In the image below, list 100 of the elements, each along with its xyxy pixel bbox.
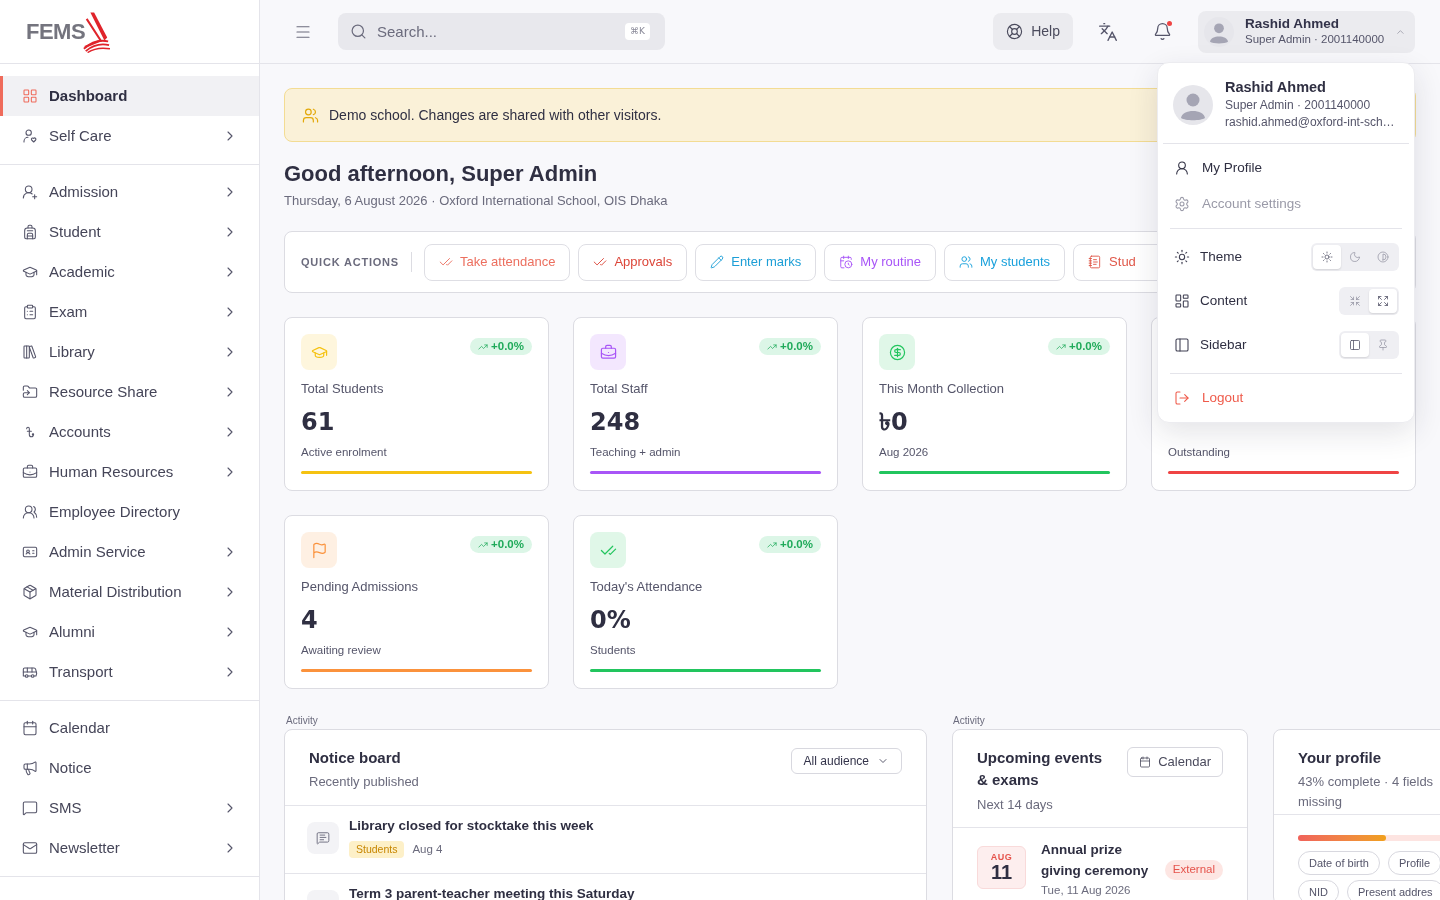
stat-note: Awaiting review <box>301 643 381 658</box>
trending-up-icon <box>478 341 489 352</box>
preference-label: Theme <box>1200 247 1243 266</box>
stat-note: Aug 2026 <box>879 445 929 460</box>
sidebar-item[interactable]: Alumni <box>0 612 259 652</box>
gear-icon <box>1174 196 1190 212</box>
sidebar-item[interactable]: Accounts <box>0 412 259 452</box>
menu-item[interactable]: My Profile <box>1158 150 1414 186</box>
sidebar-item[interactable]: Notice <box>0 748 259 788</box>
calendar-button[interactable]: Calendar <box>1127 747 1223 777</box>
people-icon <box>302 106 319 124</box>
sidebar-item[interactable]: SMS <box>0 788 259 828</box>
sidebar-item[interactable]: Student <box>0 212 259 252</box>
megaphone-icon <box>22 760 38 776</box>
account-detail: Super Admin · 2001140000 <box>1245 32 1385 47</box>
preference-label: Content <box>1200 291 1248 310</box>
logout-icon <box>1174 390 1190 406</box>
double-check-icon <box>590 532 626 568</box>
sidebar-item[interactable]: Academic <box>0 252 259 292</box>
stat-label: This Month Collection <box>879 381 1004 397</box>
notice-title: Library closed for stocktake this week <box>349 817 594 835</box>
event-date: Tue, 11 Aug 2026 <box>1041 883 1132 898</box>
stat-label: Total Students <box>301 381 384 397</box>
sidebar-item[interactable]: Admin Service <box>0 532 259 572</box>
stat-value: 61 <box>301 407 335 437</box>
sidebar-item[interactable]: Dashboard <box>0 76 259 116</box>
trending-up-icon <box>478 539 489 550</box>
change-value: +0.0% <box>491 538 524 551</box>
help-button[interactable]: Help <box>993 13 1073 50</box>
graduation-cap-icon <box>301 334 337 370</box>
trending-up-icon <box>767 539 778 550</box>
sidebar-item[interactable]: Exam <box>0 292 259 332</box>
sidebar-item[interactable]: Employee Directory <box>0 492 259 532</box>
calendar-clock-icon <box>839 255 854 269</box>
notice-date: Aug 4 <box>412 842 443 857</box>
double-check-icon <box>439 255 453 269</box>
sidebar-item[interactable]: Calendar <box>0 708 259 748</box>
account-button[interactable]: Rashid Ahmed Super Admin · 2001140000 <box>1198 10 1415 53</box>
pin-icon <box>1377 339 1389 351</box>
sidebar-item[interactable]: Human Resources <box>0 452 259 492</box>
lifebuoy-icon <box>1006 23 1024 40</box>
menu-user-detail: Super Admin · 2001140000 <box>1225 97 1371 114</box>
id-card-icon <box>22 544 38 560</box>
event-title: Annual prize giving ceremony <box>1041 841 1150 880</box>
quick-actions-label: QUICK ACTIONS <box>301 254 399 270</box>
card-title: Notice board <box>309 748 401 768</box>
event-month: AUG <box>990 852 1013 862</box>
person-heart-icon <box>22 128 38 144</box>
stat-value: 0% <box>590 605 631 635</box>
quick-action-button[interactable]: My routine <box>824 243 936 281</box>
calendar-icon <box>22 720 38 736</box>
sidebar-item[interactable]: Library <box>0 332 259 372</box>
menu-user-name: Rashid Ahmed <box>1225 78 1326 97</box>
expand-icon <box>1377 295 1389 307</box>
layout-icon <box>1174 293 1190 309</box>
stat-note: Active enrolment <box>301 445 387 460</box>
sidebar-item[interactable]: Newsletter <box>0 828 259 868</box>
sidebar-item[interactable]: Admission <box>0 172 259 212</box>
segment-option[interactable] <box>1341 333 1369 357</box>
bus-icon <box>22 664 38 680</box>
flag-icon <box>301 532 337 568</box>
half-circle-icon <box>1377 251 1389 263</box>
greeting-subtitle: Thursday, 6 August 2026 · Oxford International School, OIS Dhaka <box>284 192 668 210</box>
card-title: Your profile <box>1298 748 1382 768</box>
greeting-title: Good afternoon, Super Admin <box>284 160 598 188</box>
sidebar-item[interactable]: Transport <box>0 652 259 692</box>
audience-filter[interactable]: All audience <box>790 748 902 774</box>
segment-option[interactable] <box>1369 289 1397 313</box>
sidebar-item[interactable]: Self Care <box>0 116 259 156</box>
people-icon <box>959 255 973 269</box>
trending-up-icon <box>1056 341 1067 352</box>
translate-icon[interactable] <box>1098 21 1118 42</box>
stat-note: Teaching + admin <box>590 445 681 460</box>
dollar-coin-icon <box>879 334 915 370</box>
calendar-icon <box>1139 756 1152 768</box>
stat-value: 248 <box>590 407 641 437</box>
pencil-icon <box>710 255 725 269</box>
message-icon <box>307 822 339 854</box>
sidebar-item[interactable]: Material Distribution <box>0 572 259 612</box>
backpack-icon <box>22 224 38 240</box>
segment-option[interactable] <box>1313 245 1341 269</box>
sidebar-item[interactable]: Resource Share <box>0 372 259 412</box>
notebook-icon <box>1088 255 1103 269</box>
banner-text: Demo school. Changes are shared with other visitors. <box>329 105 662 125</box>
search-icon <box>350 23 367 40</box>
notification-bell-icon[interactable] <box>1153 22 1172 41</box>
mail-icon <box>22 840 38 856</box>
change-value: +0.0% <box>491 340 524 353</box>
quick-action-button[interactable]: Approvals <box>578 243 688 281</box>
moon-icon <box>1349 251 1361 263</box>
sidebar-panel-icon <box>1349 339 1361 351</box>
person-icon <box>1174 160 1190 176</box>
clipboard-icon <box>22 304 38 320</box>
logo-text: FEMS <box>26 20 86 43</box>
stat-note: Students <box>590 643 636 658</box>
people-icon <box>22 504 38 520</box>
logout-button[interactable]: Logout <box>1158 380 1414 416</box>
sun-icon <box>1174 249 1190 265</box>
event-day: 11 <box>990 862 1013 883</box>
audience-tag: Students <box>349 841 405 859</box>
